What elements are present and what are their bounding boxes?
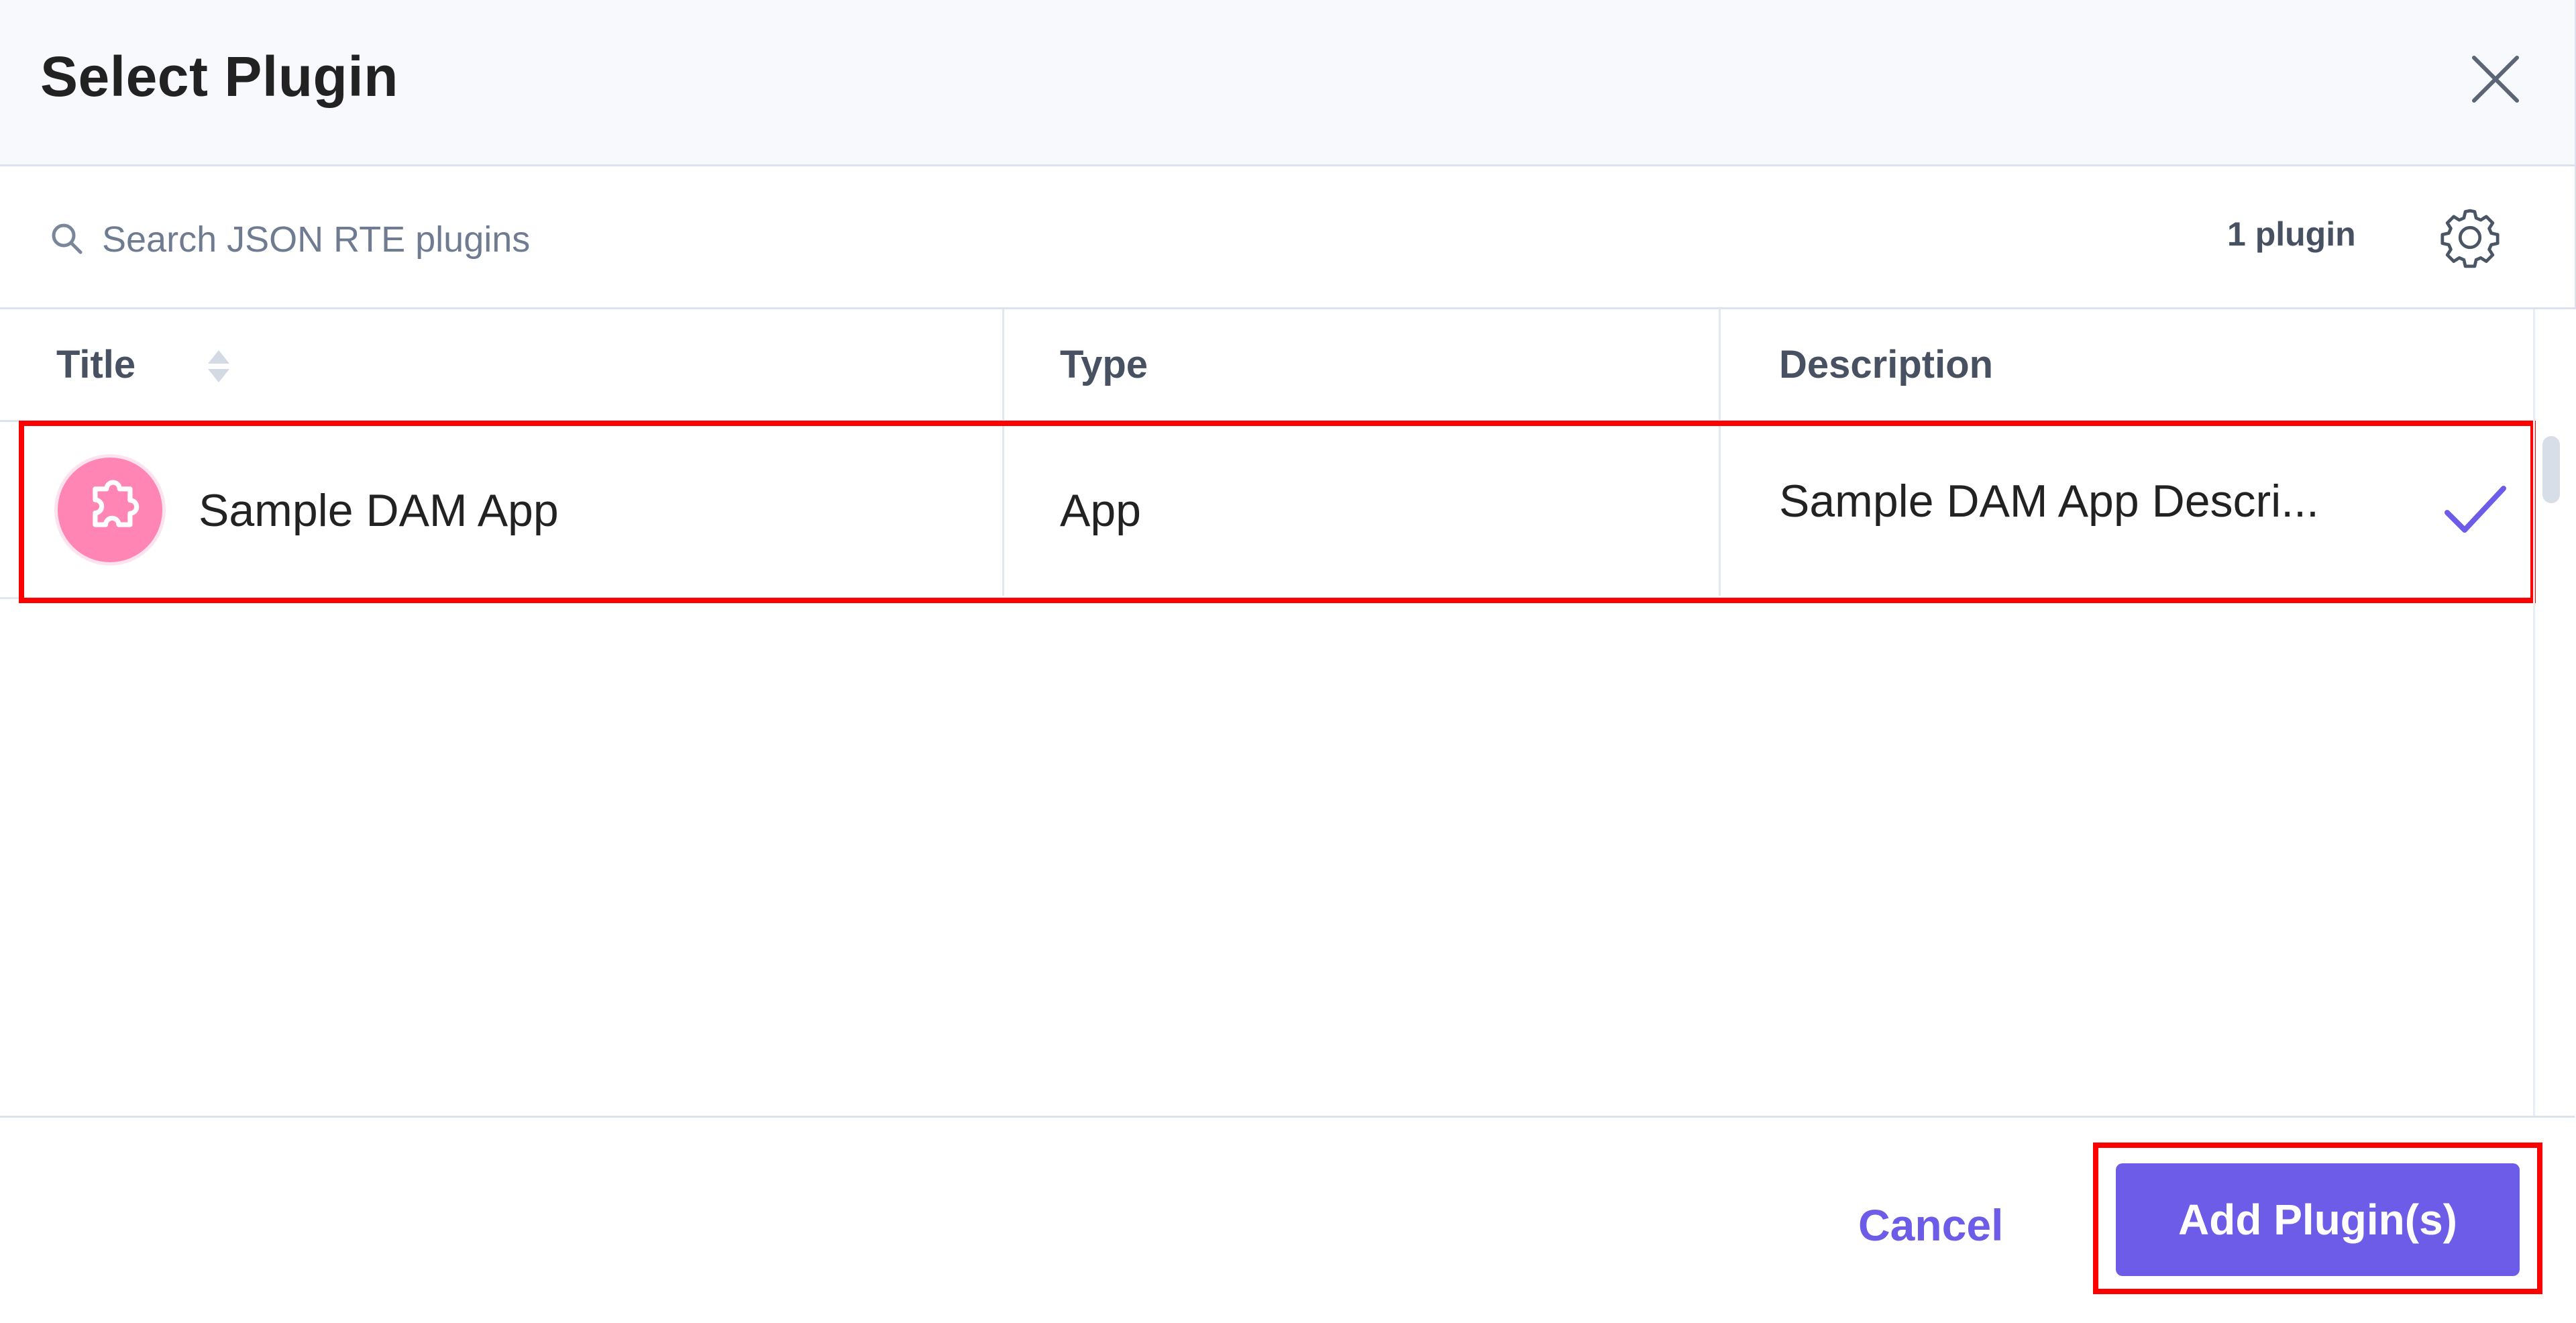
modal-title: Select Plugin	[40, 45, 398, 108]
column-header-title[interactable]: Title	[56, 309, 136, 420]
gear-icon	[2440, 209, 2500, 268]
scrollbar-track[interactable]	[2533, 423, 2560, 1114]
column-header-type: Type	[1060, 309, 1148, 420]
settings-button[interactable]	[2435, 203, 2505, 272]
table-header: Title Type Description	[0, 309, 2533, 422]
scrollbar-thumb[interactable]	[2542, 436, 2560, 503]
column-header-description-label: Description	[1779, 343, 1994, 386]
puzzle-icon	[93, 480, 140, 527]
check-icon	[2445, 486, 2506, 533]
add-plugins-button[interactable]: Add Plugin(s)	[2116, 1163, 2520, 1276]
search-input[interactable]	[101, 207, 1311, 272]
close-icon	[2472, 56, 2519, 103]
sort-icon[interactable]	[204, 348, 233, 385]
plugin-title: Sample DAM App	[199, 485, 559, 536]
plugin-type: App	[1060, 485, 1141, 536]
select-plugin-modal: Select Plugin 1 plugin Title	[0, 0, 2576, 1323]
plugin-description: Sample DAM App Descri...	[1779, 476, 2319, 527]
column-header-title-label: Title	[56, 343, 136, 386]
table-row[interactable]: Sample DAM App App Sample DAM App Descri…	[0, 423, 2533, 599]
column-header-type-label: Type	[1060, 343, 1148, 386]
modal-header: Select Plugin	[0, 0, 2576, 166]
column-header-description: Description	[1779, 309, 1993, 420]
plugin-avatar	[58, 458, 162, 562]
search-icon	[52, 223, 83, 254]
cancel-button[interactable]: Cancel	[1838, 1188, 2023, 1262]
close-button[interactable]	[2463, 47, 2528, 111]
modal-footer: Cancel Add Plugin(s)	[0, 1116, 2575, 1323]
search-toolbar: 1 plugin	[0, 166, 2576, 309]
plugin-count: 1 plugin	[2227, 215, 2356, 253]
